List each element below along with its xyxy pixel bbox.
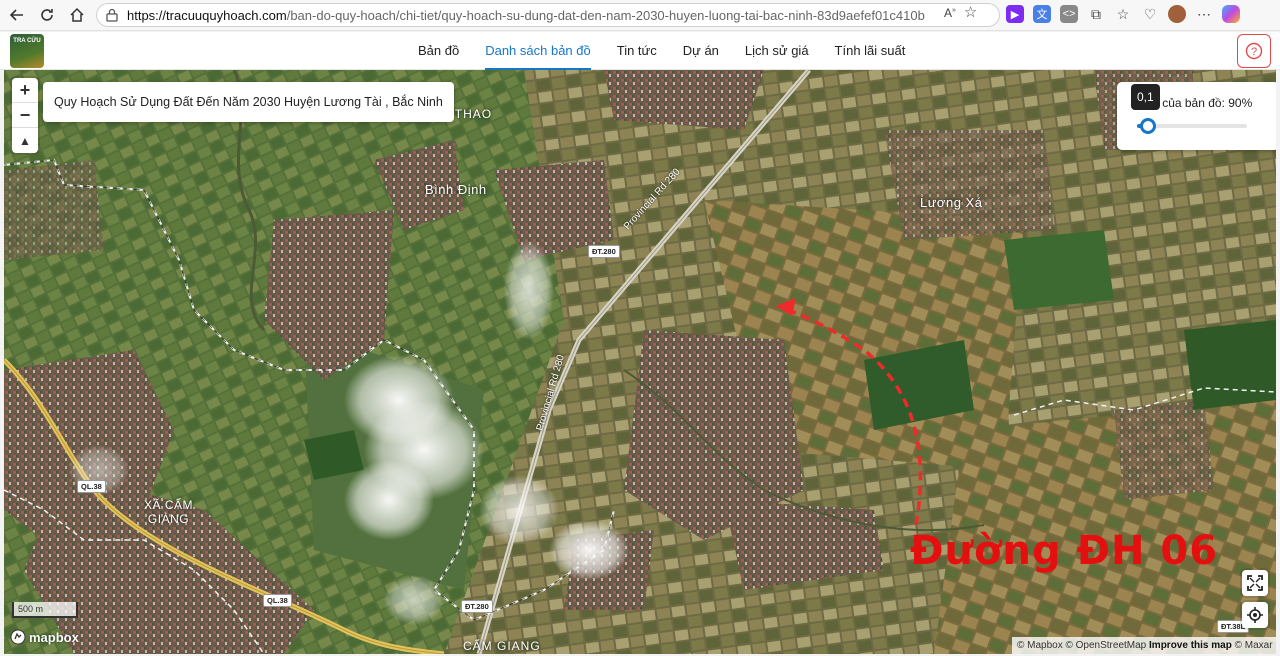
place-label-xa-cam-giang-line1: XÃ CẨM: [144, 498, 194, 512]
menu-danh-sach-ban-do[interactable]: Danh sách bản đồ: [472, 32, 604, 70]
menu-ban-do[interactable]: Bản đồ: [405, 32, 472, 70]
site-logo[interactable]: TRA CỨU: [10, 34, 44, 68]
opacity-slider-thumb[interactable]: [1140, 118, 1156, 134]
compass-icon[interactable]: ▲: [12, 128, 38, 153]
extensions-puzzle-icon[interactable]: ⧉: [1087, 5, 1105, 23]
back-icon[interactable]: [2, 0, 32, 30]
map-title-card: Quy Hoạch Sử Dụng Đất Đến Năm 2030 Huyện…: [43, 82, 454, 122]
help-button[interactable]: ?: [1237, 34, 1271, 68]
menu-lich-su-gia[interactable]: Lịch sử giá: [732, 32, 822, 70]
map-title: Quy Hoạch Sử Dụng Đất Đến Năm 2030 Huyện…: [54, 95, 443, 109]
fullscreen-icon: [1247, 575, 1263, 591]
logo-text: TRA CỨU: [13, 38, 41, 44]
svg-text:?: ?: [1251, 46, 1257, 58]
site-header: TRA CỨU Bản đồ Danh sách bản đồ Tin tức …: [0, 32, 1280, 70]
menu-dots-icon[interactable]: ⋯: [1195, 5, 1213, 23]
address-bar[interactable]: https://tracuuquyhoach.com/ban-do-quy-ho…: [96, 3, 1000, 27]
opacity-label: ờ của bản đồ: 90%: [1151, 96, 1253, 110]
fullscreen-button[interactable]: [1242, 570, 1268, 596]
url-path: /ban-do-quy-hoach/chi-tiet/quy-hoach-su-…: [286, 7, 925, 23]
menu-tin-tuc[interactable]: Tin tức: [604, 32, 670, 70]
help-icon: ?: [1245, 42, 1263, 60]
place-label-xa-cam-giang-line2: GIÀNG: [147, 512, 190, 526]
road-shield-ql38-south: QL.38: [263, 594, 292, 607]
place-label-cam-giang: CẨM GIANG: [463, 639, 541, 653]
code-extension-icon[interactable]: <>: [1060, 5, 1078, 23]
improve-map-link[interactable]: Improve this map: [1149, 640, 1232, 651]
mapbox-logo-icon: [10, 629, 26, 645]
mapbox-logo[interactable]: mapbox: [10, 629, 79, 645]
road-shield-dt280-north: ĐT.280: [588, 245, 620, 258]
read-aloud-icon[interactable]: A»: [944, 6, 956, 20]
place-label-xa-cam-giang: XÃ CẨM GIÀNG: [144, 498, 193, 526]
attribution-maxar[interactable]: © Maxar: [1235, 640, 1273, 651]
url-host: https://tracuuquyhoach.com: [127, 7, 287, 23]
lock-icon[interactable]: [105, 8, 119, 22]
geolocate-icon: [1247, 607, 1263, 623]
browser-toolbar: https://tracuuquyhoach.com/ban-do-quy-ho…: [0, 0, 1280, 31]
favorites-icon[interactable]: ☆: [1114, 5, 1132, 23]
opacity-control: ờ của bản đồ: 90% 0,1: [1117, 82, 1276, 150]
translate-extension-icon[interactable]: 文: [1033, 5, 1051, 23]
zoom-controls: + − ▲: [12, 78, 38, 153]
favorite-star-icon[interactable]: ☆: [964, 5, 977, 20]
road-shield-dt280-south: ĐT.280: [461, 600, 493, 613]
copilot-icon[interactable]: [1222, 5, 1240, 23]
main-menu: Bản đồ Danh sách bản đồ Tin tức Dự án Lị…: [405, 32, 918, 70]
mapbox-logo-text: mapbox: [29, 629, 79, 645]
place-label-luong-xa: Lương Xá: [920, 195, 983, 210]
road-annotation-label: Đường ĐH 06: [910, 528, 1219, 574]
map-scale-bar: 500 m: [12, 602, 78, 618]
zoom-out-button[interactable]: −: [12, 103, 38, 128]
health-icon[interactable]: ♡: [1141, 5, 1159, 23]
zoom-in-button[interactable]: +: [12, 78, 38, 103]
profile-avatar[interactable]: [1168, 5, 1186, 23]
menu-du-an[interactable]: Dự án: [670, 32, 732, 70]
home-icon[interactable]: [62, 0, 92, 30]
map-attribution: © Mapbox © OpenStreetMap Improve this ma…: [1012, 637, 1276, 654]
refresh-icon[interactable]: [32, 0, 62, 30]
attribution-osm[interactable]: © Mapbox © OpenStreetMap: [1017, 640, 1146, 651]
road-shield-ql38-west: QL.38: [77, 480, 106, 493]
menu-tinh-lai-suat[interactable]: Tính lãi suất: [822, 32, 919, 70]
map-canvas[interactable]: LÂM THAO Bình Định Lương Xá XÃ CẨM GIÀNG…: [4, 70, 1276, 654]
video-extension-icon[interactable]: ▶: [1006, 5, 1024, 23]
opacity-slider[interactable]: [1137, 118, 1247, 134]
opacity-tooltip: 0,1: [1131, 84, 1160, 110]
geolocate-button[interactable]: [1242, 602, 1268, 628]
place-label-binh-dinh: Bình Định: [425, 182, 487, 197]
